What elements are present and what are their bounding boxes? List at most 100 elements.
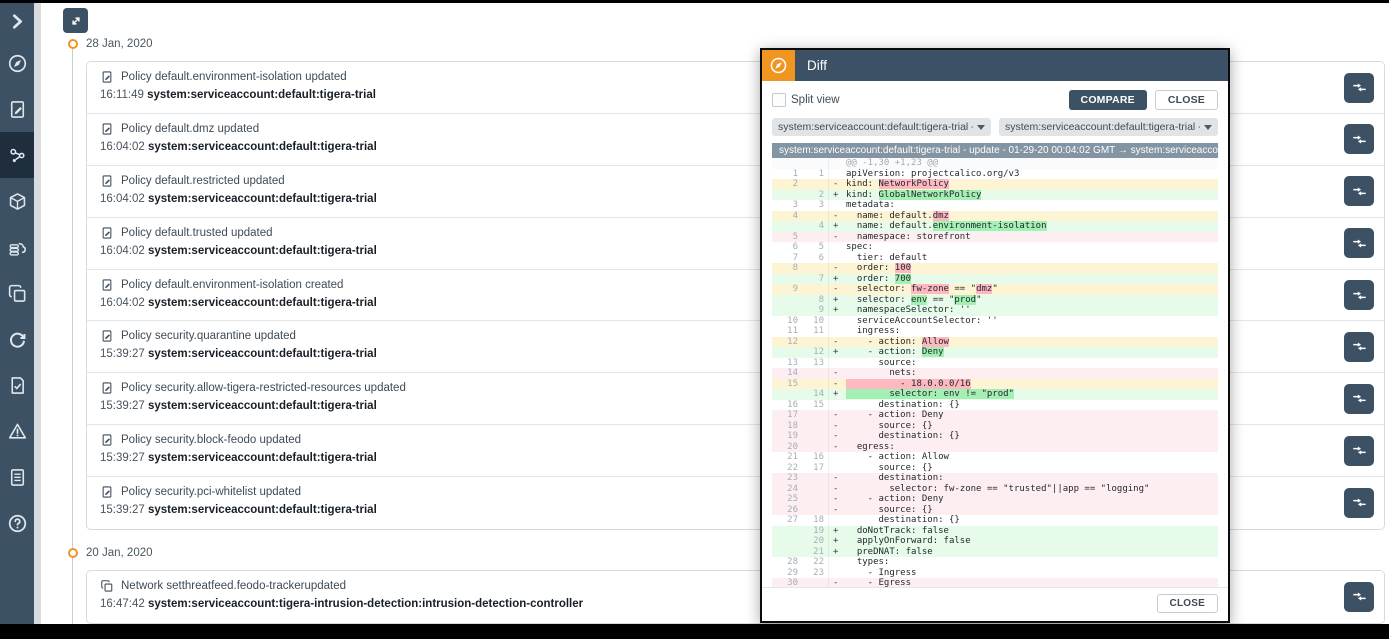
diff-button[interactable] bbox=[1344, 280, 1374, 310]
diff-line-content: - action: Deny bbox=[846, 494, 1218, 505]
diff-line: 12- - action: Allow bbox=[772, 337, 1218, 348]
diff-button[interactable] bbox=[1344, 176, 1374, 206]
sidebar-item-collapse[interactable] bbox=[0, 3, 34, 40]
timeline-entry-account: system:serviceaccount:default:tigera-tri… bbox=[148, 348, 377, 360]
diff-line-content: spec: bbox=[846, 242, 1218, 253]
revision-select-left-value: system:serviceaccount:default:tigera-tri… bbox=[778, 121, 973, 133]
diff-line: 1010 serviceAccountSelector: '' bbox=[772, 316, 1218, 327]
diff-marker: + bbox=[828, 389, 846, 400]
diff-line-content: order: 100 bbox=[846, 263, 1218, 274]
diff-line-content: namespaceSelector: '' bbox=[846, 305, 1218, 316]
timeline-entry-time: 16:04:02 bbox=[100, 141, 148, 153]
diff-new-line-number: 22 bbox=[802, 557, 828, 568]
timeline-entry-title: Policy default.environment-isolation upd… bbox=[121, 71, 347, 83]
diff-new-line-number bbox=[802, 179, 828, 190]
diff-marker: + bbox=[828, 274, 846, 285]
diff-old-line-number: 15 bbox=[772, 379, 802, 390]
diff-new-line-number: 3 bbox=[802, 200, 828, 211]
sidebar-item-compass[interactable] bbox=[0, 40, 34, 86]
diff-button[interactable] bbox=[1344, 488, 1374, 518]
diff-line: 1111 ingress: bbox=[772, 326, 1218, 337]
diff-new-line-number bbox=[802, 263, 828, 274]
diff-old-line-number: 25 bbox=[772, 494, 802, 505]
sidebar-divider bbox=[34, 3, 41, 624]
diff-new-line-number bbox=[802, 473, 828, 484]
diff-marker: + bbox=[828, 305, 846, 316]
close-button[interactable]: CLOSE bbox=[1155, 90, 1218, 110]
policy-edit-icon bbox=[100, 122, 114, 136]
timeline-entry-title: Policy security.quarantine updated bbox=[121, 330, 296, 342]
diff-button[interactable] bbox=[1344, 124, 1374, 154]
timeline-entry-account: system:serviceaccount:default:tigera-tri… bbox=[148, 245, 377, 257]
expand-diagonal-icon bbox=[68, 13, 84, 29]
sidebar-item-help[interactable] bbox=[0, 500, 34, 546]
diff-line-content: source: {} bbox=[846, 421, 1218, 432]
footer-close-button[interactable]: CLOSE bbox=[1157, 594, 1218, 613]
diff-line-content: destination: {} bbox=[846, 515, 1218, 526]
diff-converge-icon bbox=[1351, 588, 1368, 605]
diff-marker bbox=[828, 515, 846, 526]
diff-old-line-number: 22 bbox=[772, 463, 802, 474]
diff-new-line-number: 1 bbox=[802, 169, 828, 180]
diff-new-line-number: 12 bbox=[802, 347, 828, 358]
sidebar-item-network[interactable] bbox=[0, 132, 34, 178]
timeline-entry-title: Policy security.block-feodo updated bbox=[121, 434, 301, 446]
diff-old-line-number bbox=[772, 389, 802, 400]
diff-new-line-number bbox=[802, 494, 828, 505]
revision-select-right[interactable]: system:serviceaccount:default:tigera-tri… bbox=[999, 118, 1218, 136]
diff-line: 23- destination: bbox=[772, 473, 1218, 484]
diff-new-line-number: 21 bbox=[802, 547, 828, 558]
sidebar-item-copies[interactable] bbox=[0, 270, 34, 316]
diff-marker: - bbox=[828, 284, 846, 295]
revision-select-left[interactable]: system:serviceaccount:default:tigera-tri… bbox=[772, 118, 991, 136]
timeline-entry-time: 15:39:27 bbox=[100, 348, 148, 360]
diff-button[interactable] bbox=[1344, 436, 1374, 466]
sidebar-item-storage[interactable] bbox=[0, 224, 34, 270]
diff-button[interactable] bbox=[1344, 332, 1374, 362]
diff-marker: - bbox=[828, 337, 846, 348]
diff-new-line-number: 4 bbox=[802, 221, 828, 232]
diff-line: 20+ applyOnForward: false bbox=[772, 536, 1218, 547]
diff-dialog-footer: CLOSE bbox=[762, 587, 1228, 621]
diff-marker bbox=[828, 358, 846, 369]
sidebar-item-compliance[interactable] bbox=[0, 362, 34, 408]
diff-new-line-number: 18 bbox=[802, 515, 828, 526]
split-view-checkbox[interactable] bbox=[772, 93, 786, 107]
cloud-storage-icon bbox=[7, 237, 28, 258]
sidebar-item-workloads[interactable] bbox=[0, 178, 34, 224]
diff-dialog-header: Diff bbox=[762, 50, 1228, 81]
diff-line-content: doNotTrack: false bbox=[846, 526, 1218, 537]
sidebar-item-reports[interactable] bbox=[0, 454, 34, 500]
diff-line: 14- nets: bbox=[772, 368, 1218, 379]
sidebar-item-refresh[interactable] bbox=[0, 316, 34, 362]
diff-marker: - bbox=[828, 494, 846, 505]
timeline-entry-title: Network setthreatfeed.feodo-trackerupdat… bbox=[121, 580, 346, 592]
diff-line: 33metadata: bbox=[772, 200, 1218, 211]
diff-new-line-number bbox=[802, 421, 828, 432]
diff-button[interactable] bbox=[1344, 582, 1374, 612]
diff-old-line-number: 10 bbox=[772, 316, 802, 327]
report-icon bbox=[7, 467, 28, 488]
diff-marker bbox=[828, 200, 846, 211]
diff-button[interactable] bbox=[1344, 384, 1374, 414]
diff-line-content: - Ingress bbox=[846, 568, 1218, 579]
timeline-entry-time: 16:04:02 bbox=[100, 245, 148, 257]
diff-old-line-number: 28 bbox=[772, 557, 802, 568]
diff-button[interactable] bbox=[1344, 228, 1374, 258]
diff-new-line-number bbox=[802, 484, 828, 495]
diff-marker bbox=[828, 568, 846, 579]
diff-line: 2+kind: GlobalNetworkPolicy bbox=[772, 190, 1218, 201]
diff-marker bbox=[828, 326, 846, 337]
timeline-date-label: 28 Jan, 2020 bbox=[86, 38, 153, 50]
compare-button[interactable]: COMPARE bbox=[1069, 90, 1147, 110]
sidebar-item-alerts[interactable] bbox=[0, 408, 34, 454]
sidebar-item-policies[interactable] bbox=[0, 86, 34, 132]
diff-converge-icon bbox=[1351, 442, 1368, 459]
diff-marker: + bbox=[828, 295, 846, 306]
diff-marker bbox=[828, 557, 846, 568]
diff-line-content: egress: bbox=[846, 442, 1218, 453]
expand-timeline-button[interactable] bbox=[63, 8, 88, 33]
diff-button[interactable] bbox=[1344, 73, 1374, 103]
diff-old-line-number: 14 bbox=[772, 368, 802, 379]
diff-marker: - bbox=[828, 379, 846, 390]
